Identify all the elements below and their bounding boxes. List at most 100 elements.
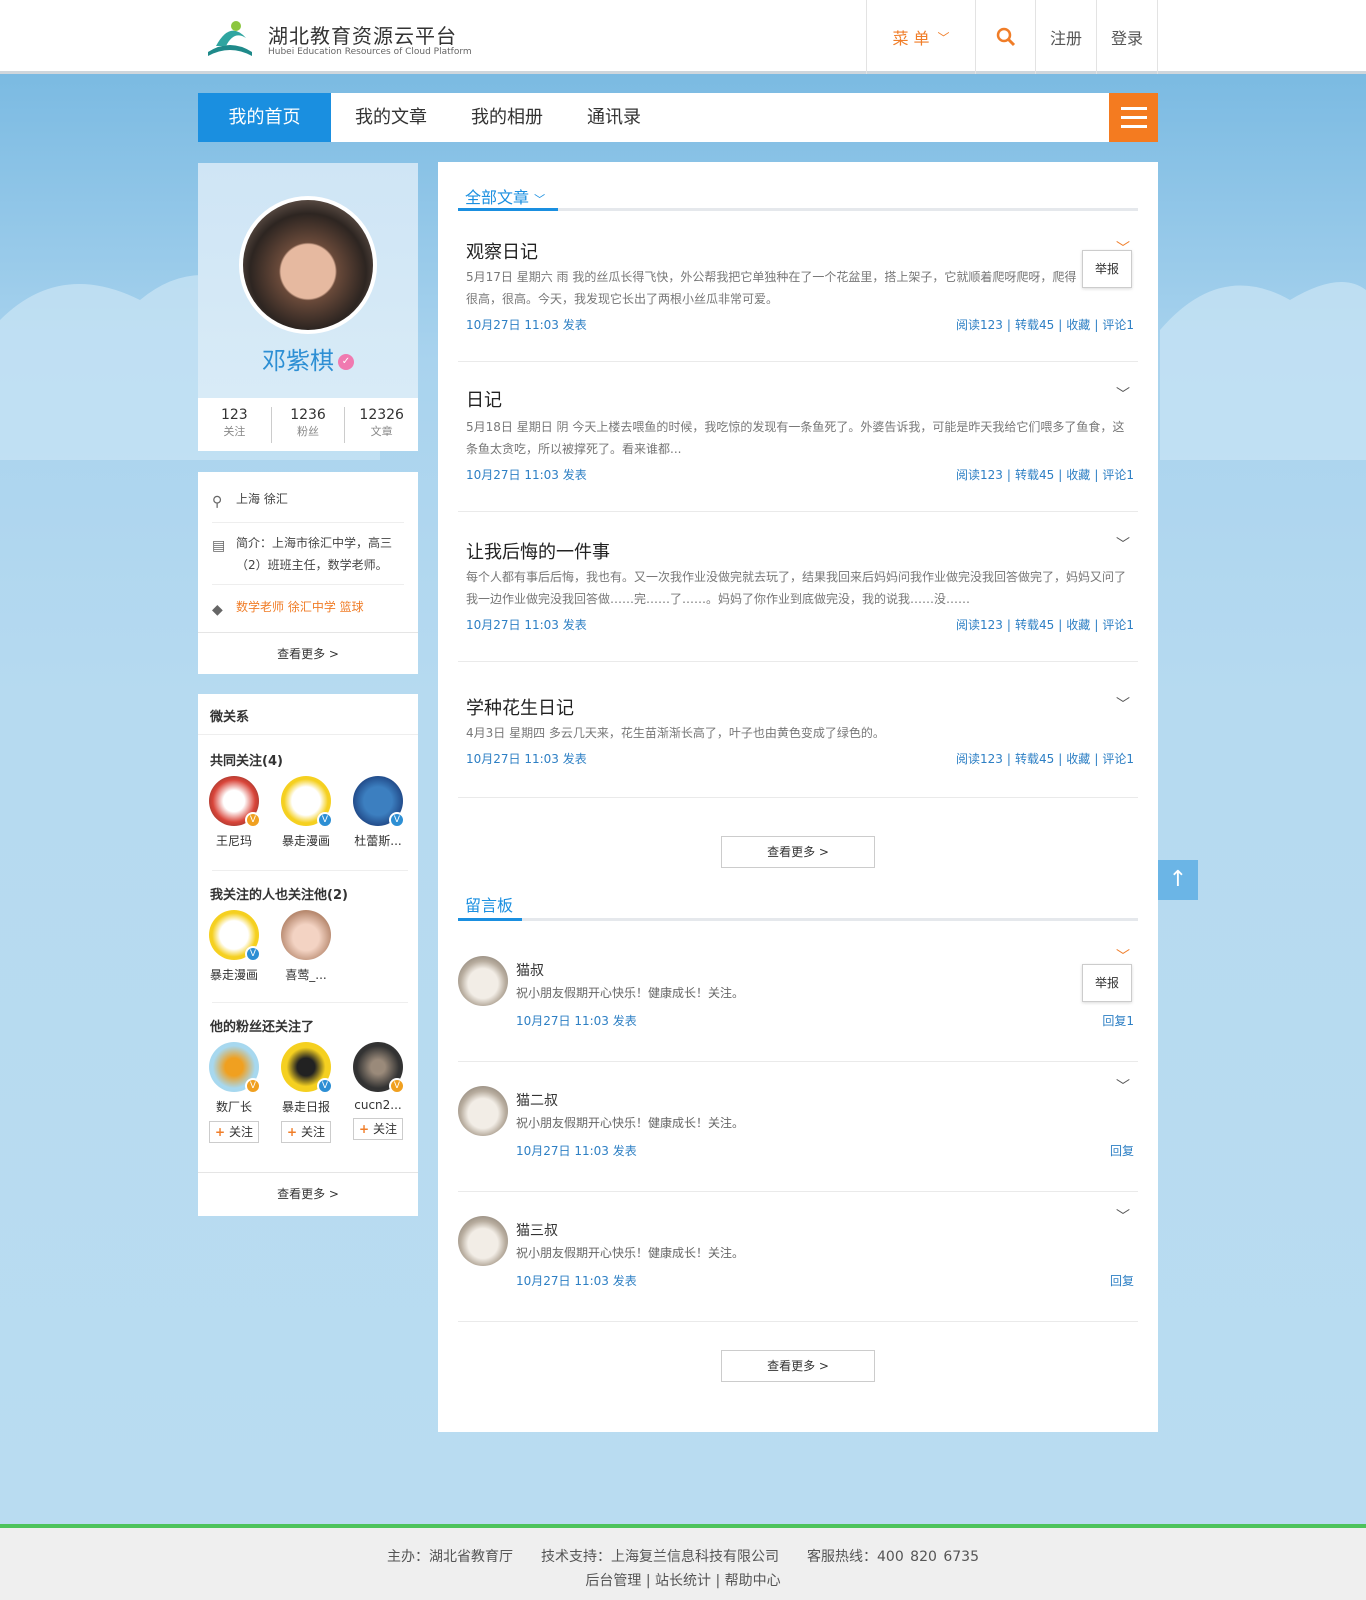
article-excerpt: 5月18日 星期日 阴 今天上楼去喂鱼的时候，我吃惊的发现有一条鱼死了。外婆告诉… <box>466 420 1125 456</box>
avatar[interactable] <box>458 1086 508 1136</box>
chevron-down-icon[interactable]: ﹀ <box>1116 946 1130 966</box>
comment-item: 猫三叔 祝小朋友假期开心快乐！健康成长！关注。 10月27日 11:03 发表 … <box>458 1209 1138 1322</box>
intro-text: 简介：上海市徐汇中学，高三（2）班班主任，数学老师。 <box>236 536 393 572</box>
logo-subtitle: Hubei Education Resources of Cloud Platf… <box>268 47 472 57</box>
tag-icon: ◆ <box>212 602 223 618</box>
also-follow-user[interactable]: 喜莺_... <box>275 910 337 983</box>
follow-button[interactable]: + 关注 <box>209 1121 259 1143</box>
comment-text: 祝小朋友假期开心快乐！健康成长！关注。 <box>516 1116 745 1130</box>
comment-date: 10月27日 11:03 发表 <box>516 1144 637 1158</box>
stat-articles[interactable]: 12326 文章 <box>345 407 418 443</box>
top-nav: 菜 单 ﹀ 注册 登录 <box>866 0 1158 74</box>
register-link[interactable]: 注册 <box>1036 0 1097 74</box>
site-logo[interactable]: 湖北教育资源云平台 Hubei Education Resources of C… <box>202 16 472 64</box>
reply-link[interactable]: 回复 <box>1110 1272 1134 1289</box>
reply-link[interactable]: 回复 <box>1110 1142 1134 1159</box>
article-date: 10月27日 11:03 发表 <box>466 468 587 482</box>
stat-fans[interactable]: 1236 粉丝 <box>272 406 346 443</box>
comment-author[interactable]: 猫叔 <box>516 960 544 980</box>
reply-link[interactable]: 回复1 <box>1102 1012 1134 1029</box>
comment-author[interactable]: 猫三叔 <box>516 1220 558 1240</box>
avatar[interactable] <box>458 956 508 1006</box>
also-follow-user[interactable]: V 暴走漫画 <box>203 910 265 983</box>
chevron-down-icon: ﹀ <box>534 193 546 206</box>
tags-text[interactable]: 数学老师 徐汇中学 篮球 <box>236 596 364 618</box>
article-meta: 阅读123 | 转载45 | 收藏 | 评论1 <box>956 468 1134 482</box>
guestbook-label[interactable]: 留言板 <box>465 892 513 916</box>
article-item[interactable]: 观察日记 5月17日 星期六 雨 我的丝瓜长得飞快，外公帮我把它单独种在了一个花… <box>458 212 1138 362</box>
comment-item: 猫叔 祝小朋友假期开心快乐！健康成长！关注。 10月27日 11:03 发表 回… <box>458 949 1138 1062</box>
comment-author[interactable]: 猫二叔 <box>516 1090 558 1110</box>
search-button[interactable] <box>976 0 1036 74</box>
guestbook-more-button[interactable]: 查看更多 > <box>721 1350 875 1382</box>
stat-following[interactable]: 123 关注 <box>198 406 272 443</box>
fans-follow-user[interactable]: Vcucn2... + 关注 <box>347 1042 409 1140</box>
login-link[interactable]: 登录 <box>1097 0 1158 74</box>
relations-card: 微关系 共同关注(4) V 王尼玛 V 暴走漫画 V 杜蕾斯... 我关注的人也关注他… <box>198 694 418 1216</box>
mutual-user[interactable]: V 暴走漫画 <box>275 776 337 849</box>
mutual-user[interactable]: V 杜蕾斯... <box>347 776 409 849</box>
comment-text: 祝小朋友假期开心快乐！健康成长！关注。 <box>516 986 745 1000</box>
report-button[interactable]: 举报 <box>1082 964 1132 1002</box>
chevron-down-icon[interactable]: ﹀ <box>1116 1206 1130 1226</box>
top-header: 湖北教育资源云平台 Hubei Education Resources of C… <box>0 0 1366 74</box>
mutual-title: 共同关注(4) <box>210 754 283 769</box>
back-to-top-button[interactable]: ↑ <box>1158 860 1198 900</box>
menu-label: 菜 单 <box>892 29 930 48</box>
chevron-down-icon: ﹀ <box>937 30 950 45</box>
article-title[interactable]: 让我后悔的一件事 <box>466 538 610 564</box>
profile-name: 邓紫棋 <box>262 347 334 375</box>
search-icon <box>996 27 1015 47</box>
tab-home[interactable]: 我的首页 <box>198 93 331 142</box>
footer-links[interactable]: 后台管理 | 站长统计 | 帮助中心 <box>0 1570 1366 1590</box>
tab-albums[interactable]: 我的相册 <box>451 93 563 142</box>
article-title[interactable]: 学种花生日记 <box>466 694 574 720</box>
info-more-button[interactable]: 查看更多 > <box>198 632 418 674</box>
fans-follow-user[interactable]: V 暴走日报 + 关注 <box>275 1042 337 1143</box>
article-excerpt: 每个人都有事后后悔，我也有。又一次我作业没做完就去玩了，结果我回来后妈妈问我作业… <box>466 570 1127 606</box>
article-title[interactable]: 观察日记 <box>466 238 538 264</box>
relations-title: 微关系 <box>210 710 250 725</box>
chevron-down-icon[interactable]: ﹀ <box>1116 384 1130 404</box>
verified-icon: ✓ <box>338 354 354 370</box>
avatar[interactable] <box>458 1216 508 1266</box>
profile-info-card: ⚲ 上海 徐汇 ▤ 简介：上海市徐汇中学，高三（2）班班主任，数学老师。 ◆ 数… <box>198 472 418 674</box>
article-date: 10月27日 11:03 发表 <box>466 752 587 766</box>
document-icon: ▤ <box>212 538 226 554</box>
articles-filter-dropdown[interactable]: 全部文章 ﹀ <box>465 184 545 208</box>
location-pin-icon: ⚲ <box>212 494 223 510</box>
avatar[interactable] <box>239 196 377 334</box>
arrow-up-icon: ↑ <box>1168 867 1188 892</box>
comment-text: 祝小朋友假期开心快乐！健康成长！关注。 <box>516 1246 745 1260</box>
article-meta: 阅读123 | 转载45 | 收藏 | 评论1 <box>956 318 1134 332</box>
article-item[interactable]: 让我后悔的一件事 每个人都有事后后悔，我也有。又一次我作业没做完就去玩了，结果我… <box>458 512 1138 662</box>
chevron-down-icon[interactable]: ﹀ <box>1116 534 1130 554</box>
article-excerpt: 5月17日 星期六 雨 我的丝瓜长得飞快，外公帮我把它单独种在了一个花盆里，搭上… <box>466 270 1077 306</box>
article-title[interactable]: 日记 <box>466 386 502 412</box>
follow-button[interactable]: + 关注 <box>353 1118 403 1140</box>
report-button[interactable]: 举报 <box>1082 250 1132 288</box>
articles-more-button[interactable]: 查看更多 > <box>721 836 875 868</box>
profile-card: 邓紫棋 ✓ 123 关注 1236 粉丝 12326 文章 <box>198 163 418 451</box>
tab-contacts[interactable]: 通讯录 <box>567 93 661 142</box>
article-item[interactable]: 学种花生日记 4月3日 星期四 多云几天来，花生苗渐渐长高了，叶子也由黄色变成了… <box>458 662 1138 798</box>
comment-date: 10月27日 11:03 发表 <box>516 1014 637 1028</box>
chevron-down-icon[interactable]: ﹀ <box>1116 694 1130 714</box>
logo-title: 湖北教育资源云平台 <box>268 24 457 48</box>
article-date: 10月27日 11:03 发表 <box>466 618 587 632</box>
footer-host: 主办：湖北省教育厅 <box>387 1549 513 1565</box>
menu-dropdown-button[interactable]: 菜 单 ﹀ <box>867 0 976 74</box>
mutual-user[interactable]: V 王尼玛 <box>203 776 265 849</box>
chevron-down-icon[interactable]: ﹀ <box>1116 1076 1130 1096</box>
relations-more-button[interactable]: 查看更多 > <box>198 1172 418 1216</box>
fans-follow-user[interactable]: V 数厂长 + 关注 <box>203 1042 265 1143</box>
tab-articles[interactable]: 我的文章 <box>335 93 447 142</box>
follow-button[interactable]: + 关注 <box>281 1121 331 1143</box>
article-item[interactable]: 日记 5月18日 星期日 阴 今天上楼去喂鱼的时候，我吃惊的发现有一条鱼死了。外… <box>458 362 1138 512</box>
also-follow-title: 我关注的人也关注他(2) <box>210 888 348 903</box>
profile-tabs: 我的首页 我的文章 我的相册 通讯录 <box>198 93 1158 142</box>
footer-support: 技术支持：上海复兰信息科技有限公司 <box>541 1549 779 1565</box>
hamburger-menu-button[interactable] <box>1109 93 1158 142</box>
comment-date: 10月27日 11:03 发表 <box>516 1274 637 1288</box>
article-date: 10月27日 11:03 发表 <box>466 318 587 332</box>
